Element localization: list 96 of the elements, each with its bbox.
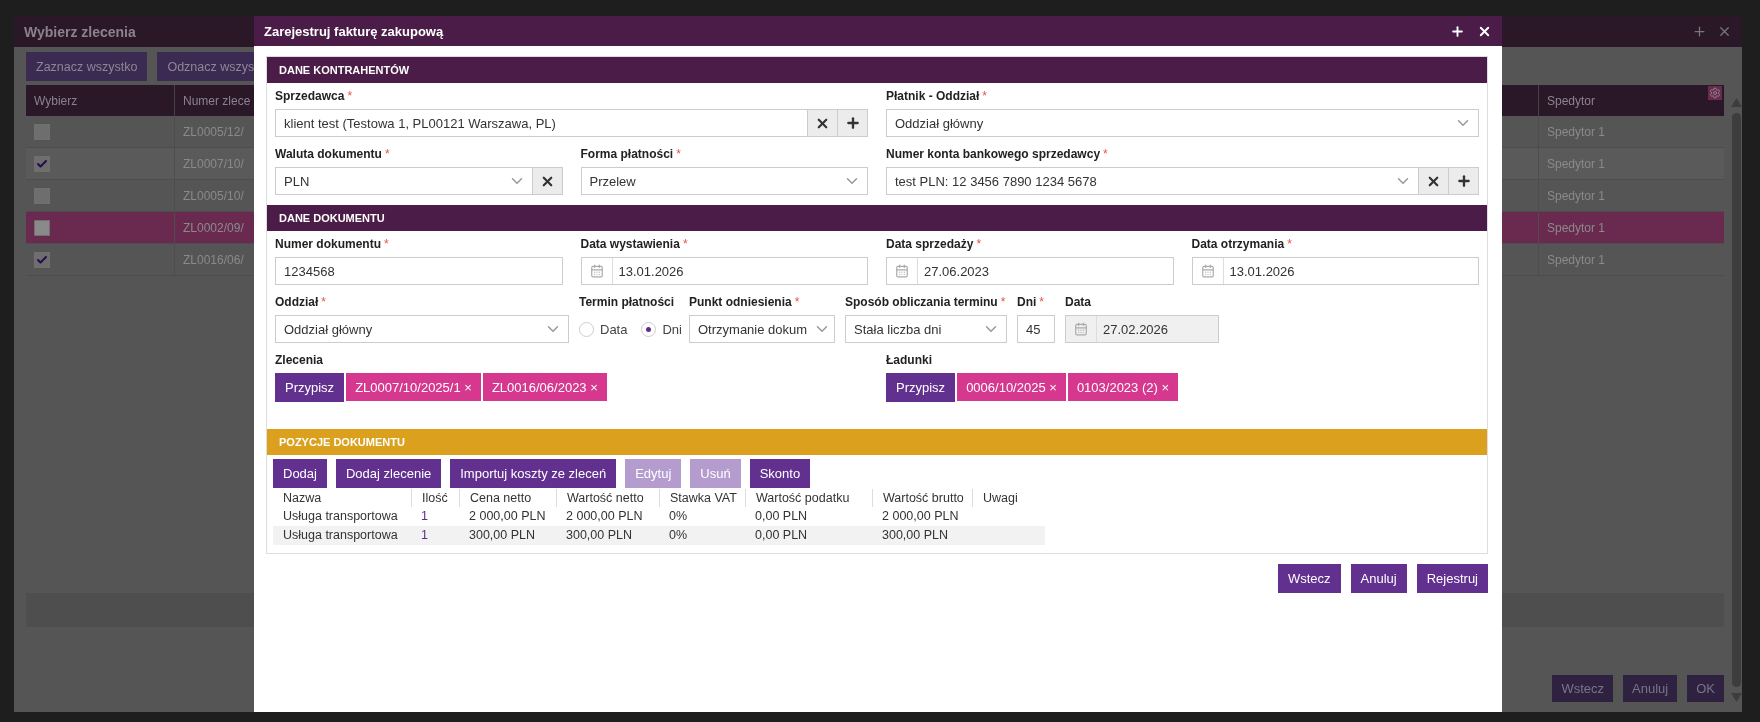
field-label: Data: [1065, 295, 1091, 310]
calendar-icon: [589, 258, 613, 284]
row-checkbox[interactable]: [34, 123, 50, 140]
table-cell-text: 2 000,00 PLN: [468, 508, 547, 525]
text-field[interactable]: klient test (Testowa 1, PL00121 Warszawa, PL): [275, 109, 808, 137]
table-cell-text: 0%: [668, 527, 689, 544]
column-header: Spedytor: [1547, 93, 1596, 108]
select-field[interactable]: Otrzymanie dokum: [689, 315, 835, 343]
required-mark: *: [982, 89, 988, 104]
column-header: Nazwa: [282, 490, 323, 507]
table-cell: Spedytor 1: [1538, 212, 1724, 244]
table-cell-text: 0,00 PLN: [754, 508, 809, 525]
field-label: Sposób obliczania terminu: [845, 295, 998, 310]
date-field[interactable]: 13.01.2026: [580, 257, 868, 285]
plus-icon: [1455, 173, 1472, 189]
select-field[interactable]: Stała liczba dni: [845, 315, 1007, 343]
field-label: Sprzedawca: [275, 89, 345, 104]
add-button[interactable]: [1449, 167, 1479, 195]
table-cell-text: 0,00 PLN: [754, 527, 809, 544]
window-title: Wybierz zlecenia: [24, 23, 136, 40]
row-checkbox[interactable]: [34, 251, 50, 268]
assign-button[interactable]: Przypisz: [886, 373, 956, 402]
table-cell-text: 2 000,00 PLN: [881, 508, 960, 525]
table-cell-text: Usługa transportowa: [282, 527, 399, 544]
field-label: Numer konta bankowego sprzedawcy: [886, 147, 1101, 162]
table-cell-text: 300,00 PLN: [468, 527, 537, 544]
field-label: Płatnik - Oddział: [886, 89, 980, 104]
required-mark: *: [321, 295, 326, 310]
required-mark: *: [794, 295, 800, 310]
dialog-title: Zarejestruj fakturę zakupową: [264, 23, 444, 39]
table-cell-text: 1: [420, 508, 429, 525]
field-label: Zlecenia: [275, 353, 324, 368]
text-field[interactable]: 45: [1017, 315, 1055, 343]
field-label: Termin płatności: [579, 295, 675, 310]
check-icon: [36, 253, 48, 266]
footer-button[interactable]: Anuluj: [1350, 564, 1407, 593]
footer-button[interactable]: Rejestruj: [1416, 564, 1488, 593]
toolbar-button[interactable]: Dodaj zlecenie: [335, 459, 442, 488]
calendar-icon: [1074, 316, 1097, 342]
clear-button[interactable]: [1419, 167, 1449, 195]
check-icon: [36, 157, 48, 170]
settings-icon[interactable]: [1708, 86, 1722, 100]
field-label: Oddział: [275, 295, 319, 310]
field-label: Punkt odniesienia: [689, 295, 792, 310]
select-field[interactable]: Oddział główny: [886, 109, 1479, 137]
calendar-icon: [1200, 258, 1224, 284]
select-field[interactable]: test PLN: 12 3456 7890 1234 5678: [886, 167, 1419, 195]
select-field[interactable]: Przelew: [580, 167, 868, 195]
field-label: Dni: [1017, 295, 1037, 310]
required-mark: *: [1000, 295, 1006, 310]
plus-icon: [844, 115, 861, 131]
toolbar-button[interactable]: Dodaj: [273, 459, 327, 488]
select-field[interactable]: Oddział główny: [275, 315, 569, 343]
date-field[interactable]: 13.01.2026: [1191, 257, 1479, 285]
column-header: Wybierz: [34, 93, 78, 108]
table-cell-text: 2 000,00 PLN: [565, 508, 644, 525]
tag-chip[interactable]: 0006/10/2025 ×: [957, 373, 1066, 401]
field-label: Ładunki: [886, 353, 932, 368]
clear-button[interactable]: [532, 167, 563, 195]
select-field[interactable]: PLN: [275, 167, 533, 195]
required-mark: *: [384, 147, 390, 162]
table-cell-text: 1: [420, 527, 429, 544]
toolbar-button[interactable]: Skonto: [749, 459, 811, 488]
clear-button[interactable]: [808, 109, 838, 137]
radio-option[interactable]: Dni: [641, 321, 682, 337]
plus-icon[interactable]: [1450, 23, 1465, 39]
table-cell-text: Usługa transportowa: [282, 508, 399, 525]
required-mark: *: [676, 147, 681, 162]
table-cell-text: 300,00 PLN: [565, 527, 634, 544]
calendar-icon: [895, 258, 918, 284]
date-field[interactable]: 27.06.2023: [886, 257, 1174, 285]
table-cell-text: 300,00 PLN: [881, 527, 950, 544]
footer-button[interactable]: Wstecz: [1277, 564, 1341, 593]
row-checkbox[interactable]: [34, 187, 50, 204]
add-button[interactable]: [838, 109, 868, 137]
tag-chip[interactable]: ZL0007/10/2025/1 ×: [346, 373, 481, 401]
required-mark: *: [1103, 147, 1108, 162]
toolbar-button[interactable]: Importuj koszty ze zleceń: [450, 459, 617, 488]
select-all-button[interactable]: Zaznacz wszystko: [26, 52, 148, 81]
assign-button[interactable]: Przypisz: [275, 373, 345, 402]
required-mark: *: [1039, 295, 1044, 310]
field-label: Waluta dokumentu: [275, 147, 382, 162]
text-field[interactable]: 1234568: [275, 257, 563, 285]
row-checkbox[interactable]: [34, 219, 50, 236]
radio-option[interactable]: Data: [579, 321, 628, 337]
tag-chip[interactable]: 0103/2023 (2) ×: [1067, 373, 1179, 401]
section-header: DANE KONTRAHENTÓW: [267, 57, 1487, 83]
section-header: POZYCJE DOKUMENTU: [267, 429, 1487, 455]
table-cell-text: 0%: [668, 508, 689, 525]
column-header: Numer zlece: [183, 93, 251, 108]
tag-chip[interactable]: ZL0016/06/2023 ×: [482, 373, 607, 401]
row-checkbox[interactable]: [34, 155, 50, 172]
required-mark: *: [347, 89, 353, 104]
scrollbar-thumb[interactable]: [1731, 113, 1741, 687]
section-header: DANE DOKUMENTU: [267, 205, 1487, 231]
field-label: Forma płatności: [580, 147, 674, 162]
